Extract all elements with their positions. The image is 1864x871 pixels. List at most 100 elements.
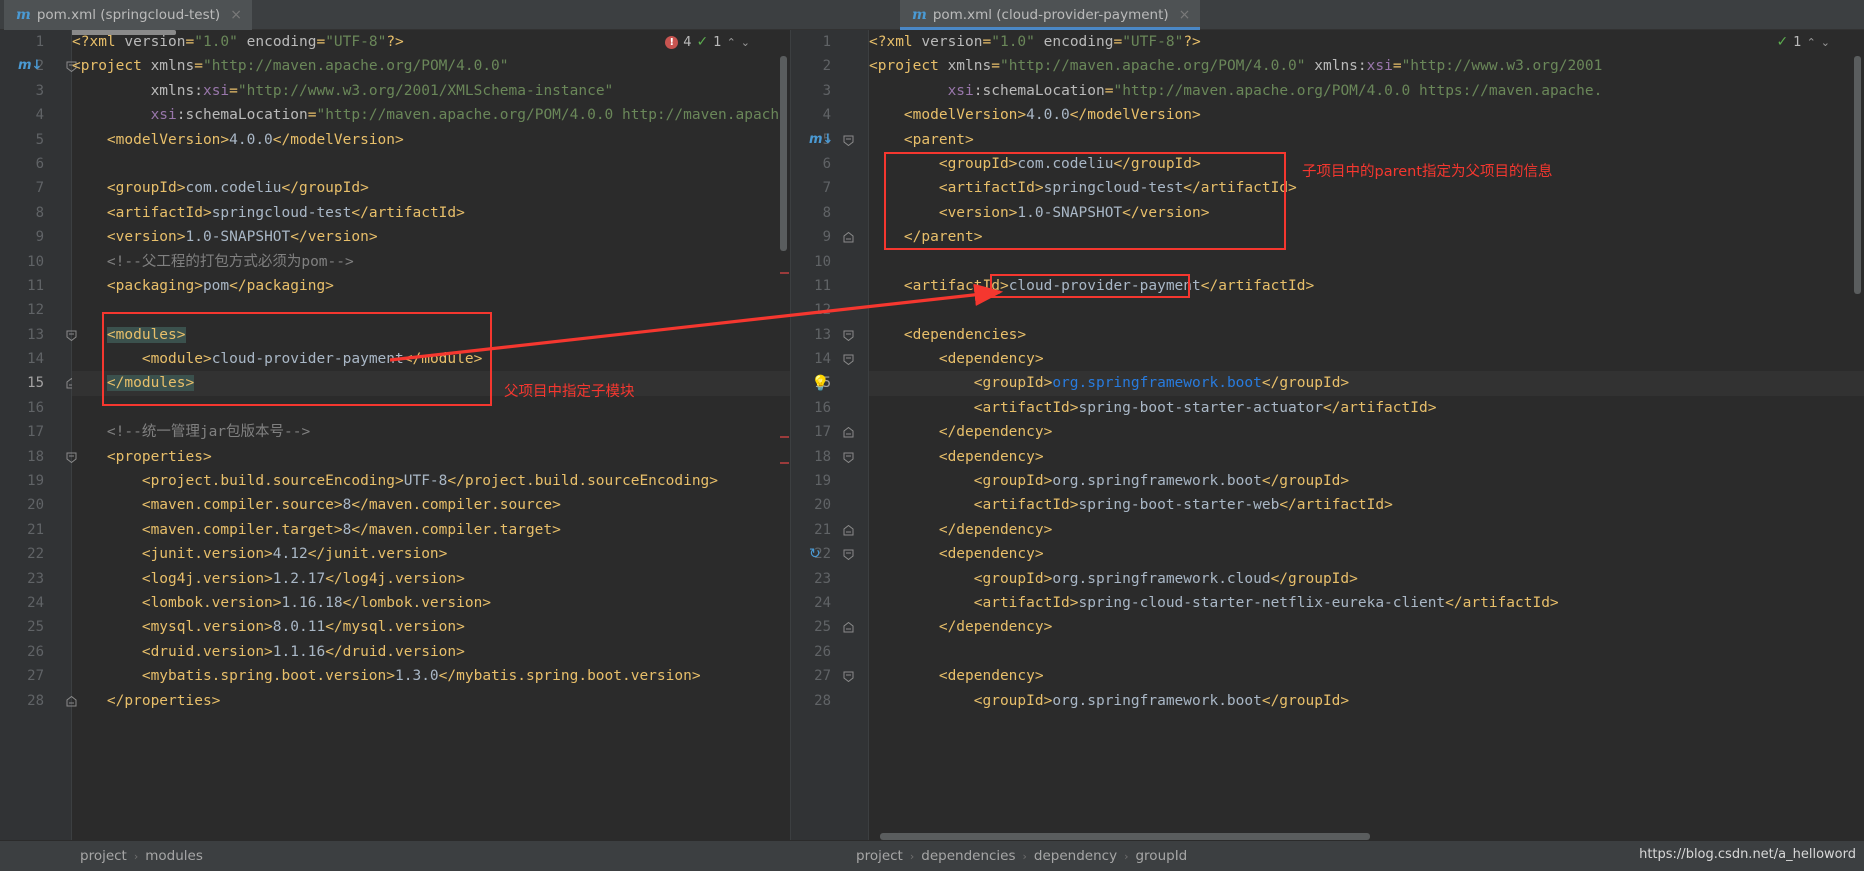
code-line[interactable]: <artifactId>spring-boot-starter-web</art… (869, 493, 1864, 517)
gutter-line[interactable]: 3 (791, 79, 868, 103)
gutter-line[interactable]: 25 (0, 615, 71, 639)
gutter-line[interactable]: 15 💡 (791, 371, 868, 395)
gutter-line[interactable]: 20 (791, 493, 868, 517)
fold-toggle-icon[interactable] (843, 452, 854, 463)
gutter-line[interactable]: 13 (0, 323, 77, 347)
inspection-widget-right[interactable]: ✓ 1 ⌃ ⌄ (1777, 34, 1830, 50)
gutter-line[interactable]: 11 (0, 274, 71, 298)
gutter-line[interactable]: 27 (0, 664, 71, 688)
gutter-line[interactable]: 10 (791, 250, 868, 274)
code-line[interactable]: <modelVersion>4.0.0</modelVersion> (72, 128, 790, 152)
gutter-line[interactable]: 1 (791, 30, 868, 54)
gutter-line[interactable]: 8 (791, 201, 868, 225)
code-line[interactable]: <mysql.version>8.0.11</mysql.version> (72, 615, 790, 639)
gutter-right[interactable]: 1 2 3 4 5 m↓ 6 7 8 9 10 11 12 13 14 15 💡 16 17 18 19 20 21 22 ↻ 2… (791, 30, 869, 840)
code-line[interactable] (869, 640, 1864, 664)
fold-toggle-icon[interactable] (843, 354, 854, 366)
gutter-line[interactable]: 2 m↓ (0, 54, 77, 78)
code-line[interactable]: <dependency> (869, 664, 1864, 688)
gutter-line[interactable]: 1 (0, 30, 71, 54)
gutter-line[interactable]: 17 (0, 420, 71, 444)
gutter-line[interactable]: 21 (0, 518, 71, 542)
code-line[interactable]: <artifactId>springcloud-test</artifactId… (72, 201, 790, 225)
code-line[interactable]: <module>cloud-provider-payment</module> (72, 347, 790, 371)
code-line[interactable]: </modules> (72, 371, 790, 396)
editor-pane-right[interactable]: 1 2 3 4 5 m↓ 6 7 8 9 10 11 12 13 14 15 💡 16 17 18 19 20 21 22 ↻ 2… (790, 30, 1864, 840)
code-line[interactable] (72, 396, 790, 420)
breadcrumb-item[interactable]: project (856, 848, 903, 864)
code-line[interactable]: <groupId>org.springframework.boot</group… (869, 689, 1864, 713)
fold-toggle-icon[interactable] (843, 232, 854, 243)
gutter-line[interactable]: 18 (0, 445, 77, 469)
gutter-line[interactable]: 10 (0, 250, 71, 274)
code-line[interactable]: <groupId>com.codeliu</groupId> (72, 176, 790, 200)
vertical-scrollbar-left[interactable] (778, 56, 790, 840)
code-line[interactable]: </parent> (869, 225, 1864, 249)
code-line[interactable]: <artifactId>spring-boot-starter-actuator… (869, 396, 1864, 420)
code-line[interactable]: <dependencies> (869, 323, 1864, 347)
error-stripe-mark[interactable] (780, 436, 789, 438)
gutter-line[interactable]: 20 (0, 493, 71, 517)
code-line[interactable]: <?xml version="1.0" encoding="UTF-8"?> (869, 30, 1864, 54)
editor-pane-left[interactable]: 1 2 m↓ 3 4 5 6 7 8 9 10 11 12 13 14 15 16 17 18 19 20 21 22 23 2… (0, 30, 790, 840)
code-line[interactable] (869, 250, 1864, 274)
gutter-line[interactable]: 6 (791, 152, 868, 176)
code-line[interactable]: <!--父工程的打包方式必须为pom--> (72, 250, 790, 274)
code-line[interactable]: </dependency> (869, 420, 1864, 444)
gutter-line[interactable]: 21 (791, 518, 868, 542)
chevron-up-icon[interactable]: ⌃ (727, 36, 736, 49)
gutter-line[interactable]: 22 ↻ (791, 542, 868, 566)
code-line[interactable]: <modules> (72, 323, 790, 347)
error-stripe-mark[interactable] (780, 462, 789, 464)
gutter-line[interactable]: 22 (0, 542, 71, 566)
scrollbar-thumb[interactable] (1854, 56, 1861, 294)
code-line[interactable]: xsi:schemaLocation="http://maven.apache.… (869, 79, 1864, 103)
code-line[interactable]: <version>1.0-SNAPSHOT</version> (869, 201, 1864, 225)
gutter-line[interactable]: 26 (791, 640, 868, 664)
chevron-down-icon[interactable]: ⌄ (741, 36, 750, 49)
gutter-line[interactable]: 4 (791, 103, 868, 127)
code-line[interactable] (869, 298, 1864, 322)
code-line[interactable]: <groupId>org.springframework.cloud</grou… (869, 567, 1864, 591)
code-line[interactable]: xsi:schemaLocation="http://maven.apache.… (72, 103, 790, 127)
gutter-line[interactable]: 7 (791, 176, 868, 200)
tab-pom-cloud-provider-payment[interactable]: m pom.xml (cloud-provider-payment) × (900, 0, 1201, 30)
breadcrumb-item[interactable]: groupId (1135, 848, 1187, 864)
code-line[interactable]: <properties> (72, 445, 790, 469)
gutter-line[interactable]: 3 (0, 79, 71, 103)
breadcrumb-item[interactable]: dependency (1034, 848, 1117, 864)
maven-m-download-icon[interactable]: m↓ (809, 128, 833, 152)
gutter-line[interactable]: 5 m↓ (791, 128, 868, 152)
gutter-line[interactable]: 6 (0, 152, 71, 176)
code-line[interactable]: <druid.version>1.1.16</druid.version> (72, 640, 790, 664)
gutter-line[interactable]: 23 (791, 567, 868, 591)
gutter-line[interactable]: 28 (0, 689, 77, 713)
chevron-up-icon[interactable]: ⌃ (1807, 36, 1816, 49)
code-line[interactable]: <dependency> (869, 542, 1864, 566)
code-line[interactable]: <project.build.sourceEncoding>UTF-8</pro… (72, 469, 790, 493)
gutter-line[interactable]: 9 (791, 225, 868, 249)
code-line[interactable]: <log4j.version>1.2.17</log4j.version> (72, 567, 790, 591)
gutter-line[interactable]: 23 (0, 567, 71, 591)
gutter-line[interactable]: 28 (791, 689, 868, 713)
gutter-line[interactable]: 15 (0, 371, 77, 395)
gutter-line[interactable]: 13 (791, 323, 868, 347)
gutter-line[interactable]: 24 (791, 591, 868, 615)
gutter-line[interactable]: 7 (0, 176, 71, 200)
code-line[interactable]: <junit.version>4.12</junit.version> (72, 542, 790, 566)
close-icon[interactable]: × (230, 7, 242, 23)
code-line[interactable]: <groupId>org.springframework.boot</group… (869, 371, 1864, 396)
code-line[interactable]: <mybatis.spring.boot.version>1.3.0</myba… (72, 664, 790, 688)
fold-toggle-icon[interactable] (843, 135, 854, 146)
fold-toggle-icon[interactable] (843, 671, 854, 683)
gutter-line[interactable]: 14 (791, 347, 868, 371)
breadcrumb-item[interactable]: project (80, 848, 127, 864)
gutter-line[interactable]: 8 (0, 201, 71, 225)
fold-toggle-icon[interactable] (843, 330, 854, 341)
code-line[interactable]: <packaging>pom</packaging> (72, 274, 790, 298)
breadcrumb-item[interactable]: modules (145, 848, 203, 864)
code-line[interactable] (72, 298, 790, 322)
gutter-line[interactable]: 27 (791, 664, 868, 688)
fold-toggle-icon[interactable] (843, 549, 854, 561)
code-line[interactable]: <maven.compiler.source>8</maven.compiler… (72, 493, 790, 517)
